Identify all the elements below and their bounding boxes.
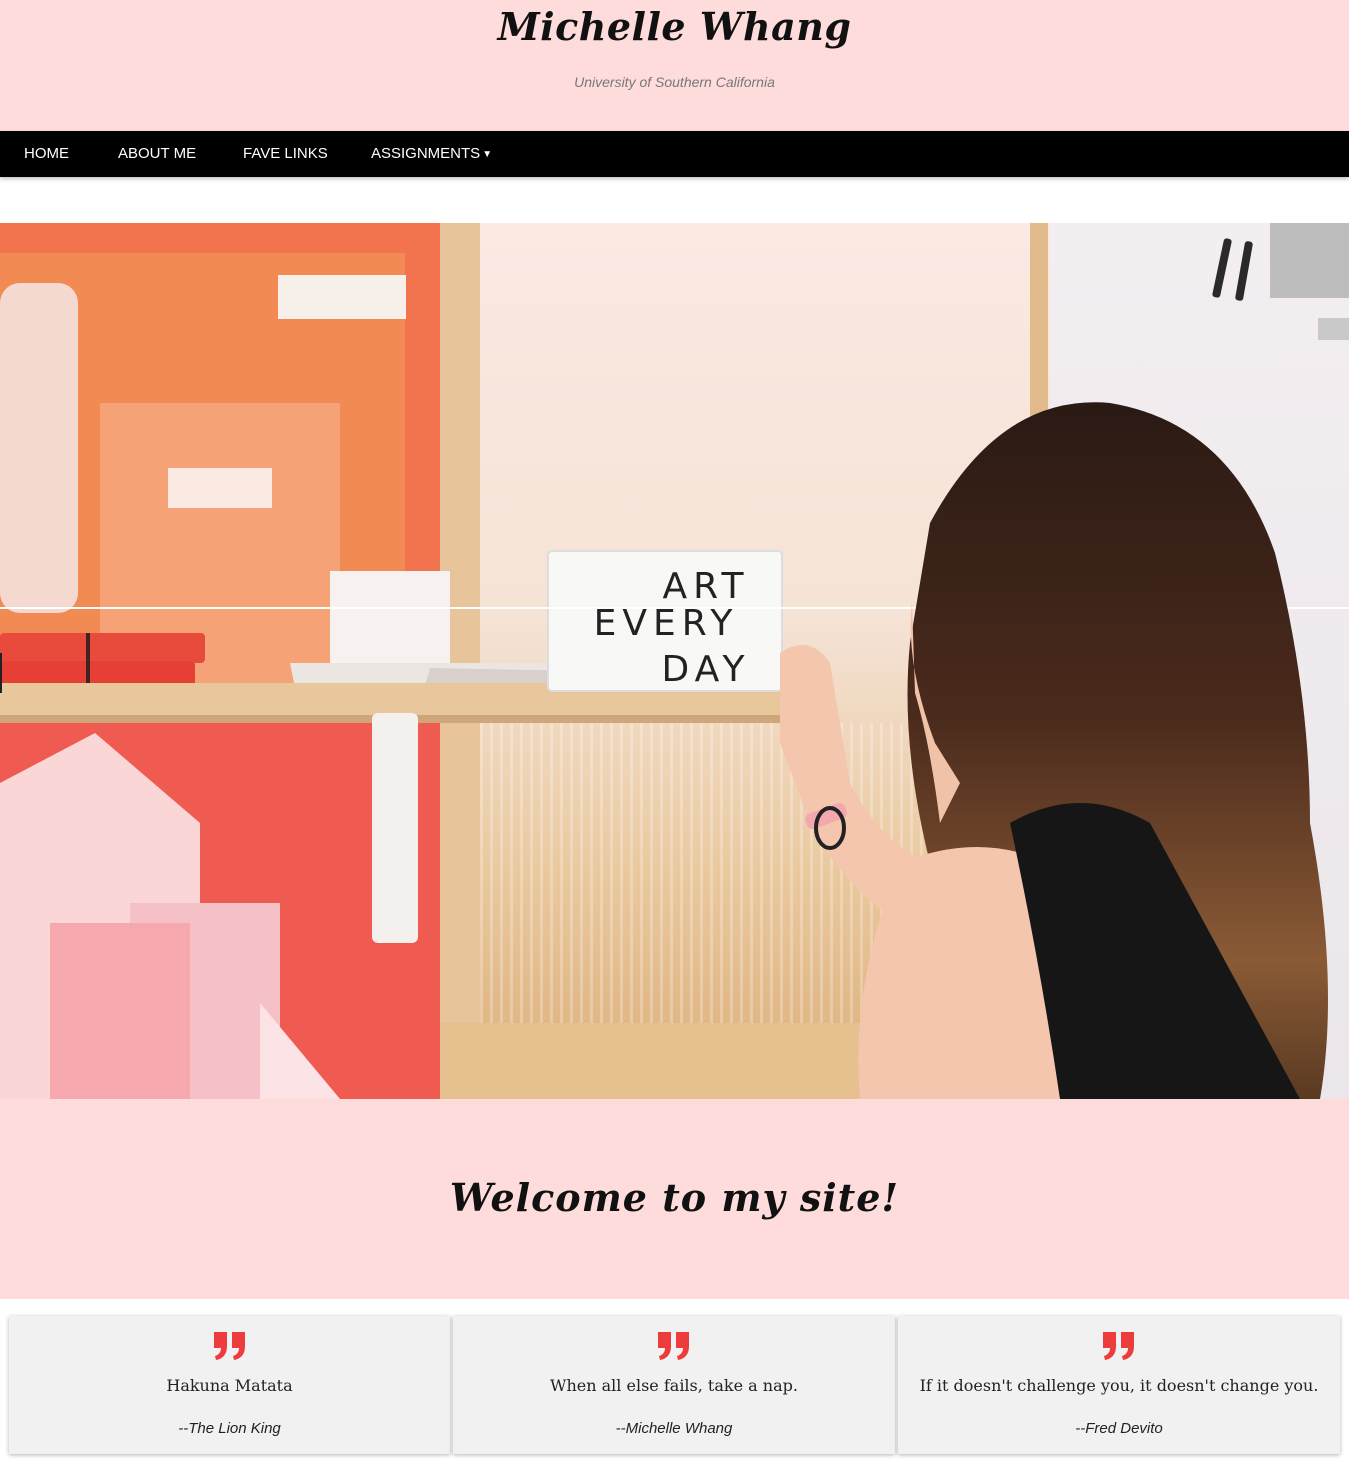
nav-item-label: ABOUT ME <box>118 145 197 162</box>
hero-image: ART EVERY DAY <box>0 223 1349 1099</box>
quote-author: --The Lion King <box>178 1420 281 1437</box>
sign-line-2: EVERY <box>594 603 739 644</box>
nav-item-label: ASSIGNMENTS <box>371 145 481 162</box>
quote-icon <box>453 1330 895 1370</box>
quote-card: When all else fails, take a nap. --Miche… <box>453 1316 895 1454</box>
quote-author: --Michelle Whang <box>615 1420 733 1437</box>
quote-text: If it doesn't challenge you, it doesn't … <box>919 1376 1319 1395</box>
nav-item-label: HOME <box>24 145 69 162</box>
nav-item-fave-links[interactable]: FAVE LINKS <box>243 131 328 177</box>
caret-down-icon: ▼ <box>482 149 493 160</box>
quote-text: When all else fails, take a nap. <box>550 1376 798 1395</box>
nav-item-assignments[interactable]: ASSIGNMENTS ▼ <box>371 131 492 177</box>
nav-item-home[interactable]: HOME <box>24 131 69 177</box>
nav-item-about-me[interactable]: ABOUT ME <box>118 131 196 177</box>
site-title[interactable]: Michelle Whang <box>0 4 1349 49</box>
site-subtitle: University of Southern California <box>574 74 775 90</box>
main-navbar: HOME ABOUT ME FAVE LINKS ASSIGNMENTS ▼ <box>0 131 1349 177</box>
sign-line-1: ART <box>662 566 749 607</box>
quote-author: --Fred Devito <box>1075 1420 1163 1437</box>
quote-text: Hakuna Matata <box>166 1376 293 1395</box>
quote-card: Hakuna Matata --The Lion King <box>9 1316 450 1454</box>
nav-item-label: FAVE LINKS <box>243 145 328 162</box>
quote-icon <box>9 1330 450 1370</box>
sign-line-3: DAY <box>662 649 751 690</box>
welcome-heading: Welcome to my site! <box>449 1175 900 1220</box>
quote-card: If it doesn't challenge you, it doesn't … <box>898 1316 1340 1454</box>
quote-icon <box>898 1330 1340 1370</box>
site-header: Michelle Whang University of Southern Ca… <box>0 0 1349 131</box>
welcome-section: Welcome to my site! <box>0 1099 1349 1299</box>
